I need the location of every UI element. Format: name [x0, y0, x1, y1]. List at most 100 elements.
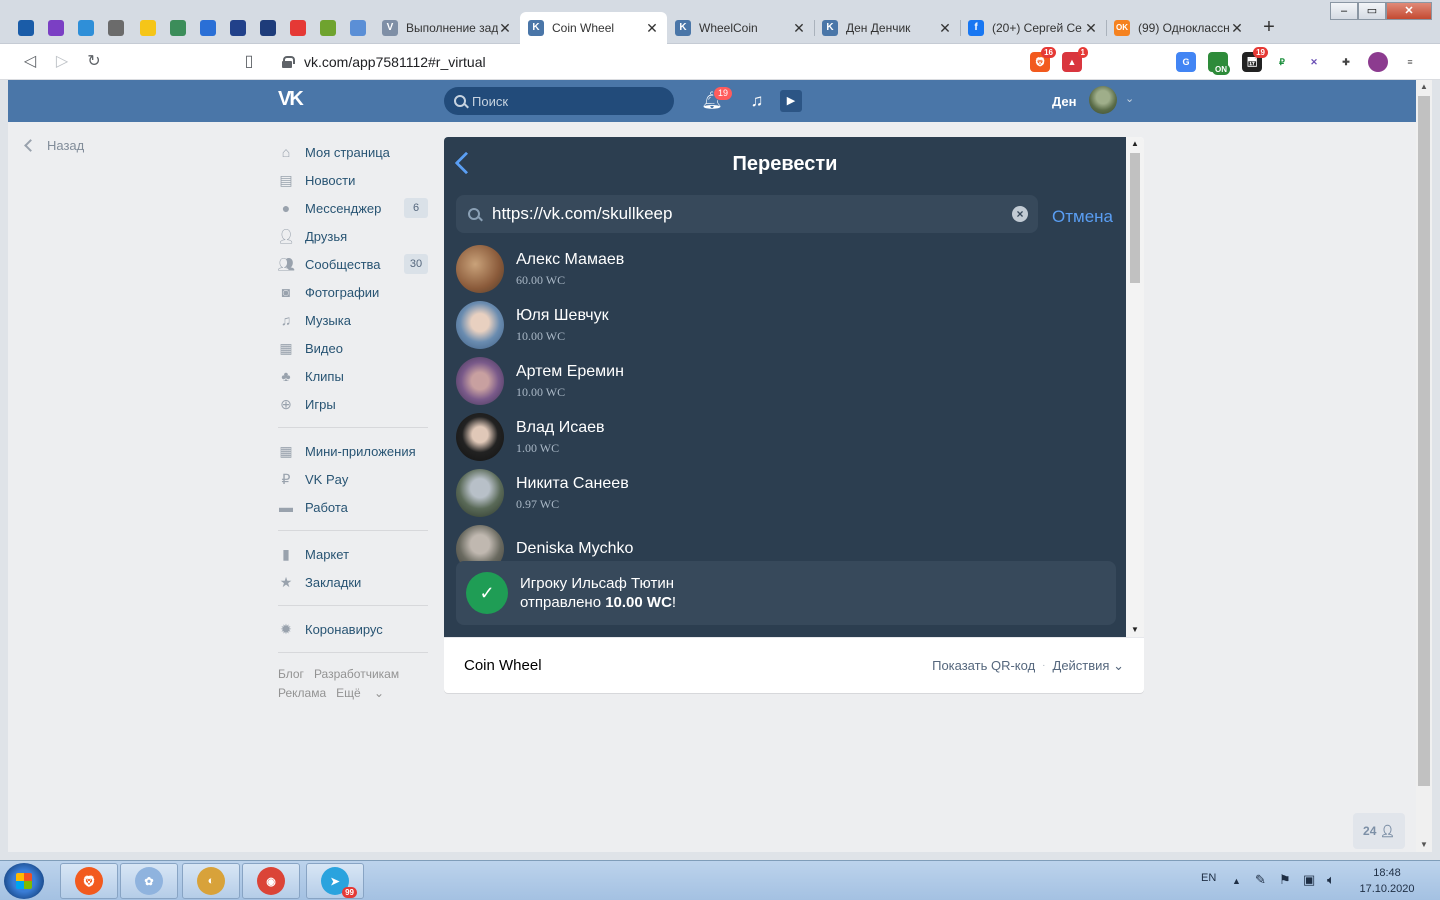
recipient-row[interactable]: Алекс Мамаев 60.00 WC: [444, 241, 1126, 297]
recipient-row[interactable]: Артем Еремин 10.00 WC: [444, 353, 1126, 409]
pinned-tab[interactable]: [166, 16, 190, 40]
sidebar-item[interactable]: ▦ Мини-приложения: [278, 437, 428, 465]
pinned-tab[interactable]: [44, 16, 68, 40]
blog-link[interactable]: Блог: [278, 667, 304, 681]
sidebar-item[interactable]: ★ Закладки: [278, 568, 428, 596]
sidebar-item[interactable]: ⌂ Моя страница: [278, 138, 428, 166]
browser-tab[interactable]: OK (99) Одноклассн ✕: [1106, 12, 1252, 44]
username[interactable]: Ден: [1052, 94, 1077, 109]
browser-tab[interactable]: K Coin Wheel ✕: [520, 12, 667, 44]
sidebar-item[interactable]: ✹ Коронавирус: [278, 615, 428, 643]
scroll-down-icon[interactable]: ▼: [1126, 623, 1144, 637]
music-icon[interactable]: ♫: [746, 90, 768, 112]
crossed-icon[interactable]: ✕: [1304, 52, 1324, 72]
sidebar-item[interactable]: ♣ Клипы: [278, 362, 428, 390]
tray-expand-icon[interactable]: ▲: [1232, 876, 1241, 886]
reload-button[interactable]: ↻: [82, 50, 106, 74]
sidebar-item[interactable]: ▤ Новости: [278, 166, 428, 194]
app-scrollbar[interactable]: ▲ ▼: [1126, 137, 1144, 637]
sidebar-item[interactable]: 👥︎ Сообщества 30: [277, 250, 428, 278]
recipient-row[interactable]: Никита Санеев 0.97 WC: [444, 465, 1126, 521]
sidebar-item[interactable]: 👤︎ Друзья: [277, 222, 428, 250]
avatar[interactable]: [1089, 86, 1117, 114]
taskbar-app[interactable]: 🦁︎: [60, 863, 118, 899]
recipient-search-input[interactable]: [492, 204, 992, 224]
recipient-row[interactable]: Юля Шевчук 10.00 WC: [444, 297, 1126, 353]
browser-tab[interactable]: K Ден Денчик ✕: [814, 12, 960, 44]
sidebar-item[interactable]: ● Мессенджер 6: [278, 194, 428, 222]
notifications-bell-icon[interactable]: 🔔︎ 19: [701, 86, 734, 112]
pinned-tab[interactable]: [104, 16, 128, 40]
pinned-tab[interactable]: [316, 16, 340, 40]
back-button[interactable]: ◁: [18, 50, 42, 74]
vk-search-input[interactable]: [472, 93, 662, 109]
sidebar-item[interactable]: ▬ Работа: [278, 493, 428, 521]
close-tab-icon[interactable]: ✕: [792, 20, 806, 37]
browser-tab[interactable]: V Выполнение зад ✕: [374, 12, 520, 44]
pinned-tab[interactable]: [74, 16, 98, 40]
back-link[interactable]: Назад: [24, 138, 84, 153]
developers-link[interactable]: Разработчикам: [314, 667, 399, 681]
chevron-down-icon[interactable]: ⌄: [1125, 92, 1134, 105]
language-indicator[interactable]: EN: [1201, 872, 1216, 884]
address-bar[interactable]: vk.com/app7581112#r_virtual: [270, 48, 1018, 76]
forward-button[interactable]: ▷: [50, 50, 74, 74]
ruble-icon[interactable]: ₽: [1272, 52, 1292, 72]
pinned-tab[interactable]: [14, 16, 38, 40]
minimize-button[interactable]: –: [1330, 2, 1358, 20]
brave-rewards-icon[interactable]: ▲ 1: [1062, 47, 1088, 72]
close-tab-icon[interactable]: ✕: [1084, 20, 1098, 37]
close-window-button[interactable]: ✕: [1386, 2, 1432, 20]
browser-tab[interactable]: f (20+) Сергей Се ✕: [960, 12, 1106, 44]
flag-icon[interactable]: ⚑: [1279, 872, 1291, 888]
taskbar-app[interactable]: ◉: [242, 863, 300, 899]
scroll-thumb[interactable]: [1418, 96, 1430, 786]
profile-icon[interactable]: [1368, 52, 1388, 72]
calendar-icon[interactable]: 📅︎ 19: [1242, 47, 1268, 72]
menu-icon[interactable]: ≡: [1400, 52, 1420, 72]
video-player-icon[interactable]: ▶: [780, 90, 802, 112]
sidebar-item[interactable]: ₽ VK Pay: [278, 465, 428, 493]
close-tab-icon[interactable]: ✕: [498, 20, 512, 37]
vk-logo[interactable]: VK: [278, 88, 312, 112]
app-name[interactable]: Coin Wheel: [464, 657, 932, 674]
recipient-search[interactable]: ×: [456, 195, 1038, 233]
pinned-tab[interactable]: [256, 16, 280, 40]
bookmark-icon[interactable]: ▯: [237, 50, 261, 74]
taskbar-app[interactable]: ➤ 99: [306, 863, 364, 899]
close-tab-icon[interactable]: ✕: [645, 20, 659, 37]
sidebar-item[interactable]: ▮ Маркет: [278, 540, 428, 568]
sidebar-item[interactable]: ▦ Видео: [278, 334, 428, 362]
pinned-tab[interactable]: [226, 16, 250, 40]
new-tab-button[interactable]: +: [1259, 17, 1279, 38]
volume-icon[interactable]: 🔈︎: [1327, 872, 1335, 888]
page-scrollbar[interactable]: ▲ ▼: [1416, 80, 1432, 852]
puzzle-icon[interactable]: ✚: [1336, 52, 1356, 72]
translate-icon[interactable]: G: [1176, 52, 1196, 72]
clock[interactable]: 18:48 17.10.2020: [1356, 865, 1418, 897]
online-friends-button[interactable]: 24 👤︎: [1353, 813, 1405, 849]
pen-icon[interactable]: ✎: [1255, 872, 1266, 888]
ads-link[interactable]: Реклама: [278, 686, 326, 700]
recipient-row[interactable]: Влад Исаев 1.00 WC: [444, 409, 1126, 465]
brave-shield-icon[interactable]: 🦁︎ 16: [1030, 47, 1056, 72]
maximize-button[interactable]: ▭: [1358, 2, 1386, 20]
close-tab-icon[interactable]: ✕: [938, 20, 952, 37]
clear-search-icon[interactable]: ×: [1012, 206, 1028, 222]
sidebar-item[interactable]: ♫ Музыка: [278, 306, 428, 334]
scroll-down-icon[interactable]: ▼: [1416, 838, 1432, 852]
sidebar-item[interactable]: ◙ Фотографии: [278, 278, 428, 306]
on-toggle-icon[interactable]: ON: [1208, 52, 1230, 75]
pinned-tab[interactable]: [136, 16, 160, 40]
actions-menu[interactable]: Действия ⌄: [1053, 658, 1124, 674]
network-icon[interactable]: ▣: [1303, 872, 1315, 888]
pinned-tab[interactable]: [286, 16, 310, 40]
start-button[interactable]: [4, 863, 44, 899]
pinned-tab[interactable]: [346, 16, 370, 40]
more-link[interactable]: Ещё ⌄: [336, 686, 384, 700]
sidebar-item[interactable]: ⊕ Игры: [278, 390, 428, 418]
vk-search[interactable]: [444, 87, 674, 115]
taskbar-app[interactable]: ✿: [120, 863, 178, 899]
pinned-tab[interactable]: [196, 16, 220, 40]
close-tab-icon[interactable]: ✕: [1230, 20, 1244, 37]
